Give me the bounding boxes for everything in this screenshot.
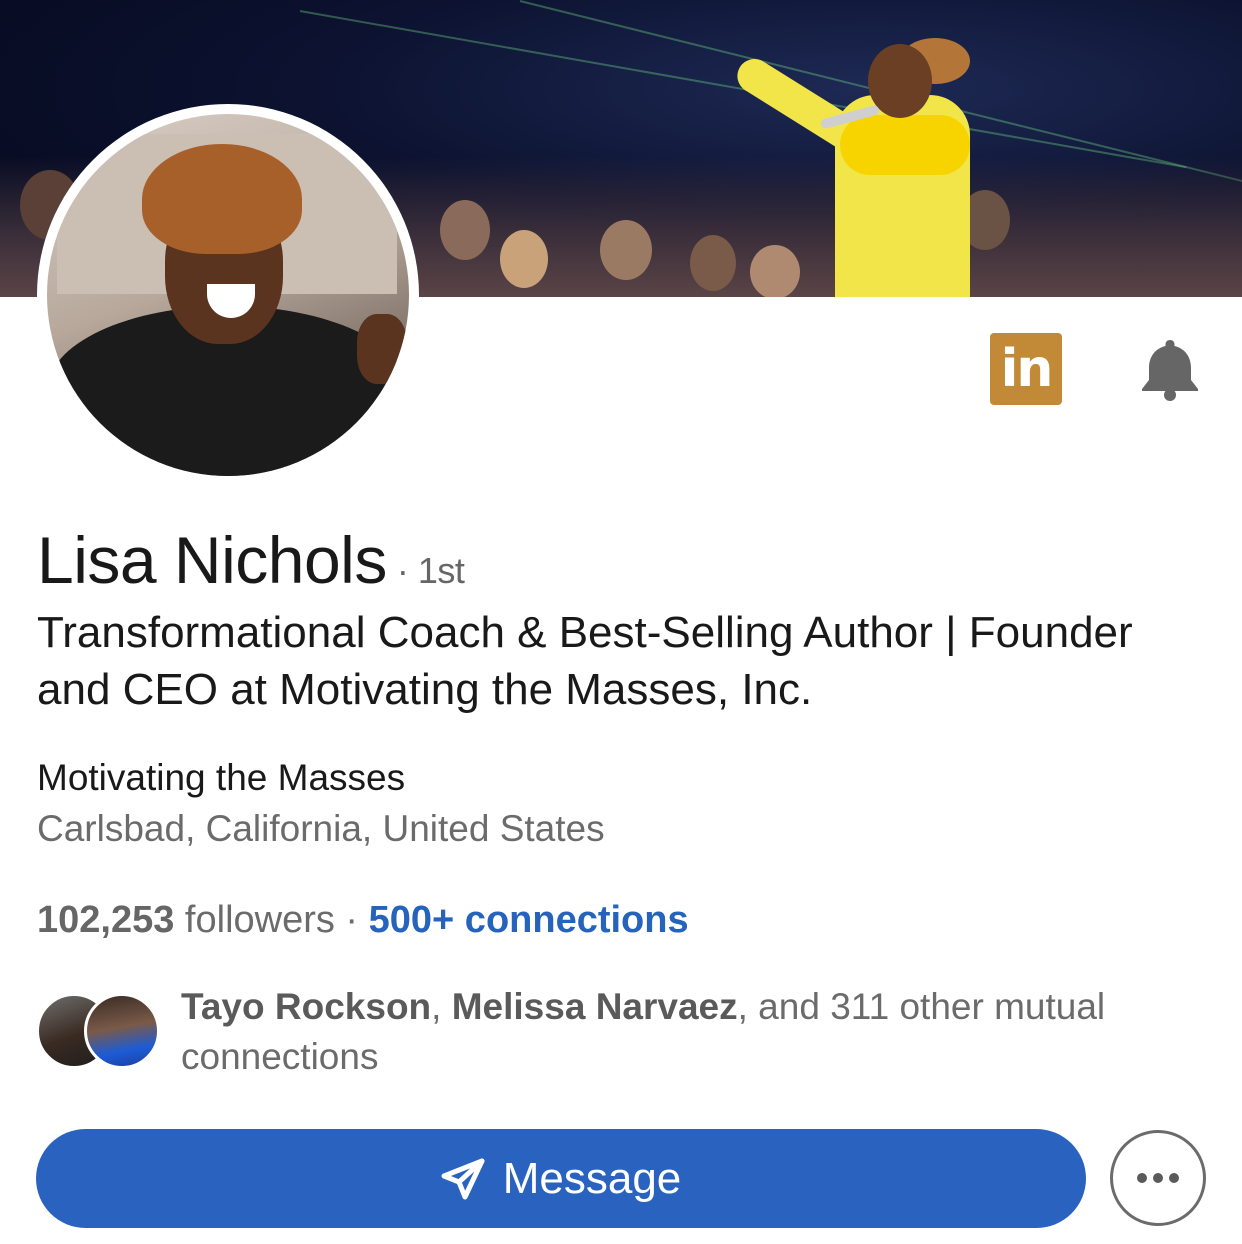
profile-name: Lisa Nichols · 1st — [37, 522, 465, 598]
message-button[interactable]: Message — [36, 1129, 1086, 1228]
crowd-head — [690, 235, 736, 291]
photo-hand — [357, 314, 407, 384]
crowd-head — [750, 245, 800, 297]
photo-hair — [142, 144, 302, 254]
message-button-label: Message — [502, 1153, 682, 1203]
current-company[interactable]: Motivating the Masses — [37, 757, 405, 799]
crowd-head — [440, 200, 490, 260]
mutual-sep: , — [431, 986, 452, 1027]
follower-stats: 102,253 followers · 500+ connections — [37, 899, 689, 942]
connection-degree: · 1st — [396, 550, 465, 591]
performer-feather-collar — [840, 115, 970, 175]
mutual-connection-avatars[interactable] — [36, 993, 160, 1069]
profile-name-text: Lisa Nichols — [37, 523, 387, 597]
send-icon — [441, 1158, 485, 1199]
followers-count: 102,253 — [37, 899, 175, 941]
crowd-head — [600, 220, 652, 280]
more-options-button[interactable] — [1110, 1130, 1206, 1226]
avatar — [84, 993, 160, 1069]
profile-avatar[interactable] — [37, 104, 419, 486]
profile-location: Carlsbad, California, United States — [37, 808, 605, 849]
connections-link[interactable]: 500+ connections — [369, 899, 689, 941]
mutual-connections-link[interactable]: Tayo Rockson, Melissa Narvaez, and 311 o… — [181, 982, 1201, 1082]
more-horizontal-icon — [1137, 1173, 1179, 1183]
bell-icon[interactable] — [1138, 336, 1202, 402]
linkedin-icon[interactable]: in — [990, 333, 1062, 405]
profile-photo — [47, 114, 409, 476]
crowd-head — [500, 230, 548, 288]
mutual-name-2: Melissa Narvaez — [451, 986, 738, 1027]
mutual-name-1: Tayo Rockson — [181, 986, 432, 1027]
followers-label: followers · — [174, 899, 369, 941]
profile-headline: Transformational Coach & Best-Selling Au… — [37, 608, 1133, 714]
